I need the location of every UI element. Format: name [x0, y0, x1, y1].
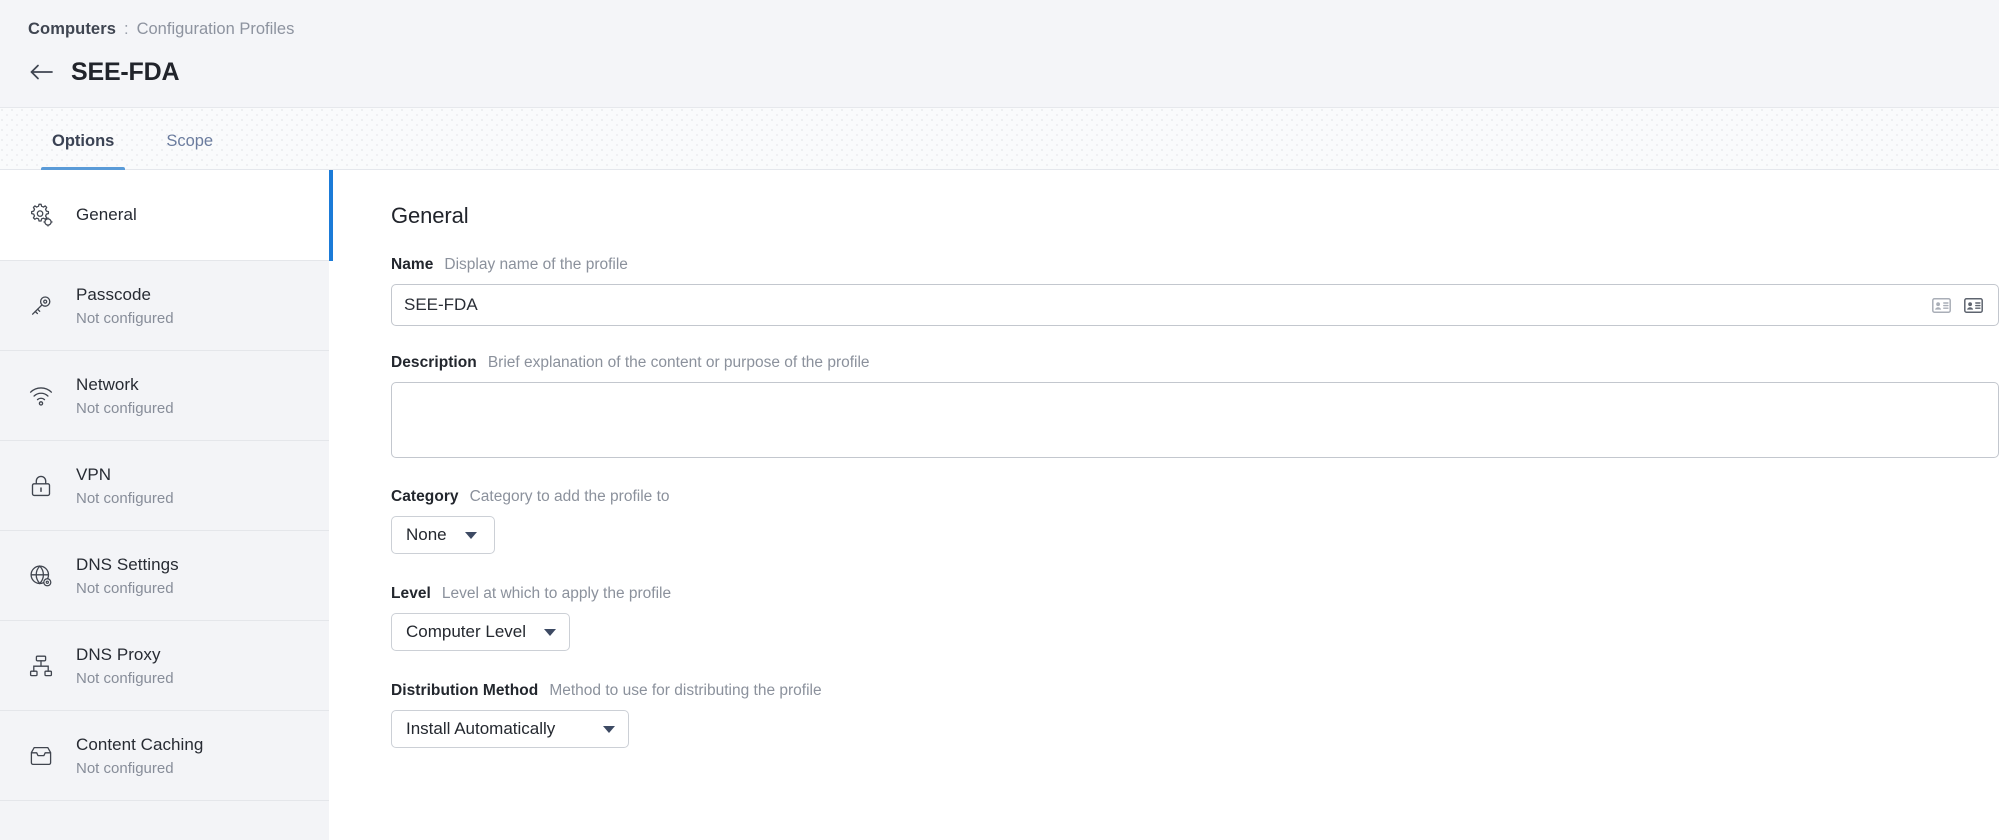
sidebar-item-label: DNS Proxy: [76, 644, 161, 664]
payload-sidebar: General Passcode Not configured Network …: [0, 170, 329, 840]
sidebar-item-content-caching-text: Content Caching Not configured: [76, 734, 203, 778]
sidebar-item-status: Not configured: [76, 489, 174, 507]
sidebar-item-status: Not configured: [76, 669, 174, 687]
sidebar-item-network[interactable]: Network Not configured: [0, 351, 329, 441]
field-level: Level Level at which to apply the profil…: [391, 585, 1969, 651]
wifi-icon: [26, 381, 56, 411]
field-label: Description: [391, 354, 477, 371]
sidebar-item-vpn-text: VPN Not configured: [76, 464, 174, 508]
sidebar-item-network-text: Network Not configured: [76, 374, 174, 418]
field-help-text: Level at which to apply the profile: [441, 585, 672, 602]
sidebar-item-label: DNS Settings: [76, 554, 179, 574]
field-label: Distribution Method: [391, 682, 539, 699]
field-help-text: Category to add the profile to: [469, 488, 670, 505]
network-tree-icon: [26, 651, 56, 681]
sidebar-item-dns-settings-text: DNS Settings Not configured: [76, 554, 179, 598]
sidebar-item-dns-proxy[interactable]: DNS Proxy Not configured: [0, 621, 329, 711]
name-input-actions: [1930, 295, 1986, 315]
page-title: SEE-FDA: [71, 58, 180, 86]
field-help-text: Brief explanation of the content or purp…: [487, 354, 870, 371]
name-input[interactable]: SEE-FDA: [391, 284, 1999, 326]
inbox-tray-icon: [26, 741, 56, 771]
field-name: Name Display name of the profile SEE-FDA: [391, 256, 1999, 326]
description-textarea[interactable]: [391, 382, 1999, 458]
category-select-value: None: [406, 525, 447, 544]
sidebar-item-status: Not configured: [76, 399, 174, 417]
field-category-header: Category Category to add the profile to: [391, 488, 1969, 506]
arrow-left-icon[interactable]: [28, 58, 56, 86]
sidebar-item-passcode-text: Passcode Not configured: [76, 284, 174, 328]
field-distribution-method: Distribution Method Method to use for di…: [391, 682, 1969, 748]
sidebar-item-status: Not configured: [76, 759, 174, 777]
distribution-method-select[interactable]: Install Automatically: [391, 710, 629, 748]
id-card-icon[interactable]: [1962, 295, 1984, 315]
general-payload-panel: General Name Display name of the profile…: [329, 170, 1999, 840]
sidebar-item-status: Not configured: [76, 579, 174, 597]
breadcrumb: Computers : Configuration Profiles: [28, 18, 1971, 40]
sidebar-item-general[interactable]: General: [0, 170, 329, 261]
contact-card-icon[interactable]: [1930, 295, 1952, 315]
sidebar-item-dns-settings[interactable]: DNS Settings Not configured: [0, 531, 329, 621]
field-help-text: Method to use for distributing the profi…: [549, 682, 822, 699]
sidebar-item-label: General: [76, 205, 137, 224]
breadcrumb-separator: :: [124, 20, 129, 38]
page-header: Computers : Configuration Profiles SEE-F…: [0, 0, 1999, 108]
configuration-profile-page: Computers : Configuration Profiles SEE-F…: [0, 0, 1999, 840]
field-help-text: Display name of the profile: [444, 256, 628, 273]
tab-bar: Options Scope: [0, 108, 1999, 170]
level-select-value: Computer Level: [406, 622, 527, 641]
sidebar-item-passcode[interactable]: Passcode Not configured: [0, 261, 329, 351]
breadcrumb-current[interactable]: Configuration Profiles: [137, 19, 295, 39]
sidebar-item-content-caching[interactable]: Content Caching Not configured: [0, 711, 329, 801]
page-body: General Passcode Not configured Network …: [0, 170, 1999, 840]
sidebar-item-general-text: General: [76, 204, 137, 226]
section-title: General: [391, 203, 469, 228]
breadcrumb-root-link[interactable]: Computers: [28, 19, 116, 39]
sidebar-item-status: Not configured: [76, 309, 174, 327]
lock-icon: [26, 471, 56, 501]
chevron-down-icon: [464, 531, 477, 539]
globe-gear-icon: [26, 561, 56, 591]
gear-icon: [26, 200, 56, 230]
sidebar-item-label: Passcode: [76, 284, 152, 304]
field-label: Level: [391, 585, 431, 602]
sidebar-item-label: VPN: [76, 464, 112, 484]
chevron-down-icon: [603, 725, 615, 733]
title-row: SEE-FDA: [28, 55, 1971, 89]
tab-options[interactable]: Options: [40, 131, 126, 170]
field-description-header: Description Brief explanation of the con…: [391, 354, 1969, 372]
sidebar-item-label: Network: [76, 374, 139, 394]
distribution-method-select-value: Install Automatically: [406, 719, 556, 738]
field-level-header: Level Level at which to apply the profil…: [391, 585, 1969, 603]
tab-scope[interactable]: Scope: [154, 131, 225, 169]
sidebar-item-label: Content Caching: [76, 734, 204, 754]
name-input-value: SEE-FDA: [404, 295, 478, 314]
category-select[interactable]: None: [391, 516, 495, 554]
field-label: Name: [391, 256, 434, 273]
key-icon: [26, 291, 56, 321]
field-description: Description Brief explanation of the con…: [391, 354, 1999, 458]
field-name-header: Name Display name of the profile: [391, 256, 1969, 274]
field-label: Category: [391, 488, 459, 505]
field-distribution-header: Distribution Method Method to use for di…: [391, 682, 1969, 700]
field-category: Category Category to add the profile to …: [391, 488, 1969, 554]
sidebar-item-vpn[interactable]: VPN Not configured: [0, 441, 329, 531]
active-panel-accent-bar: [329, 170, 333, 261]
sidebar-item-dns-proxy-text: DNS Proxy Not configured: [76, 644, 174, 688]
level-select[interactable]: Computer Level: [391, 613, 571, 651]
chevron-down-icon: [544, 628, 557, 636]
